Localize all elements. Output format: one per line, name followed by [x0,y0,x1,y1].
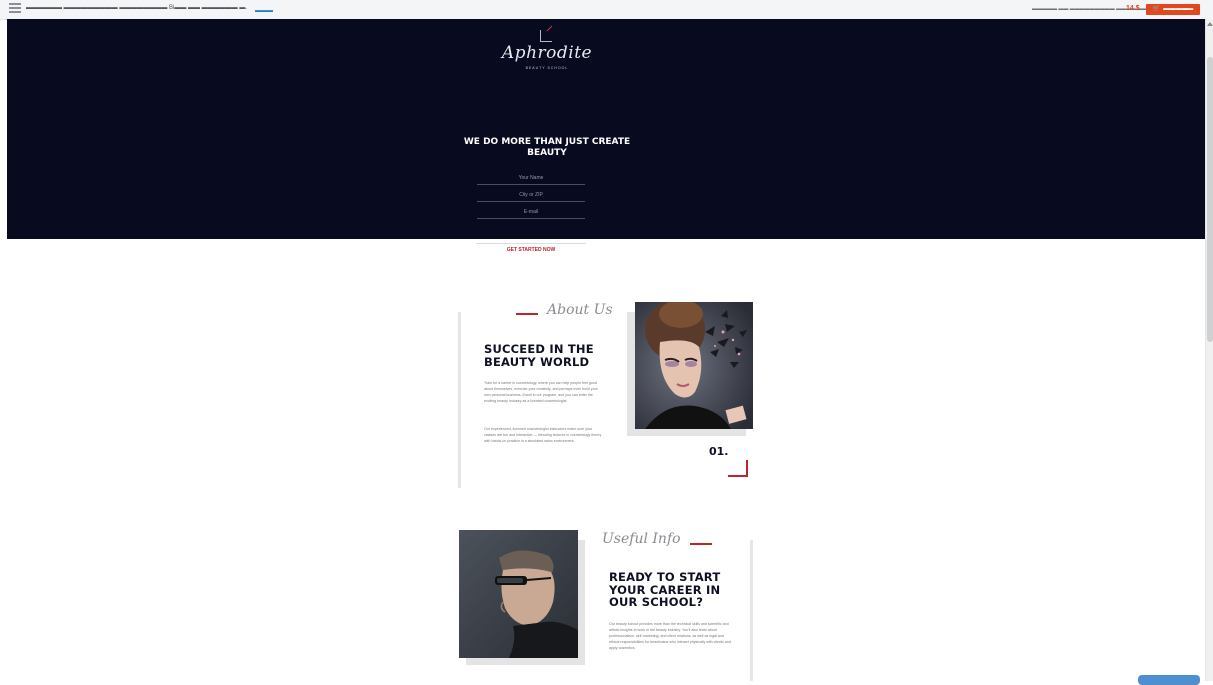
brand-name: Aphrodite [501,43,593,63]
top-bar: ▬▬▬▬▬▬ ▬▬▬▬▬▬▬▬▬ ▬▬▬▬▬▬▬▬ Ві▬▬ ▬▬ ▬▬▬▬▬▬… [0,0,1213,23]
about-paragraph-1: Train for a career in cosmetology, where… [484,381,598,403]
site-logo-icon[interactable] [9,3,21,15]
breadcrumb-text: ▬▬▬▬▬▬ ▬▬▬▬▬▬▬▬▬ ▬▬▬▬▬▬▬▬ Ві▬▬ ▬▬ ▬▬▬▬▬▬… [26,5,248,11]
floating-chat-button[interactable] [1138,675,1200,685]
cart-button[interactable]: 🛒▬▬▬▬▬ ▬▬▬▬▬ [1146,4,1200,23]
useful-paragraph: Our beauty school provides more than the… [609,622,731,650]
brand-subtitle: BEAUTY SCHOOL [525,66,569,70]
breadcrumb-link[interactable]: ▬▬▬ [255,8,273,14]
section-number: 01. [709,445,729,458]
vertical-scrollbar[interactable] [1205,19,1213,681]
get-started-button[interactable]: GET STARTED NOW [476,243,586,253]
price-label: 14 $ [1126,5,1140,12]
about-script-label: About Us [547,302,613,318]
brand-logo-icon [540,30,552,42]
useful-red-dash [690,543,712,545]
about-corner-accent [728,460,748,477]
email-input[interactable] [477,206,585,219]
about-accent-bar [458,312,461,488]
hero-title: WE DO MORE THAN JUST CREATE BEAUTY [463,137,631,158]
about-photo [635,302,753,429]
useful-script-label: Useful Info [602,531,681,547]
city-input[interactable] [477,189,585,202]
hero-section: Aphrodite BEAUTY SCHOOL WE DO MORE THAN … [7,19,1205,239]
cart-icon: 🛒 [1152,6,1161,12]
about-red-dash [516,313,538,315]
useful-photo [459,530,578,658]
scroll-up-icon[interactable] [1207,22,1213,26]
name-input[interactable] [477,172,585,185]
useful-title: READY TO START YOUR CAREER IN OUR SCHOOL… [609,570,721,609]
about-paragraph-2: Our experienced, licensed cosmetologist … [484,427,602,443]
man-portrait-image [459,530,578,658]
about-title: SUCCEED IN THE BEAUTY WORLD [484,342,594,369]
breadcrumb: ▬▬▬▬▬▬ ▬▬▬▬▬▬▬▬▬ ▬▬▬▬▬▬▬▬ Ві▬▬ ▬▬ ▬▬▬▬▬▬… [26,5,273,14]
woman-portrait-image [635,302,753,429]
topbar-right-text: ▬▬▬▬▬ ▬▬ ▬▬▬▬▬▬▬▬▬ ▬▬▬▬▬▬▬▬▬ [1032,6,1162,12]
useful-accent-bar [750,540,753,681]
scroll-thumb[interactable] [1207,57,1213,342]
